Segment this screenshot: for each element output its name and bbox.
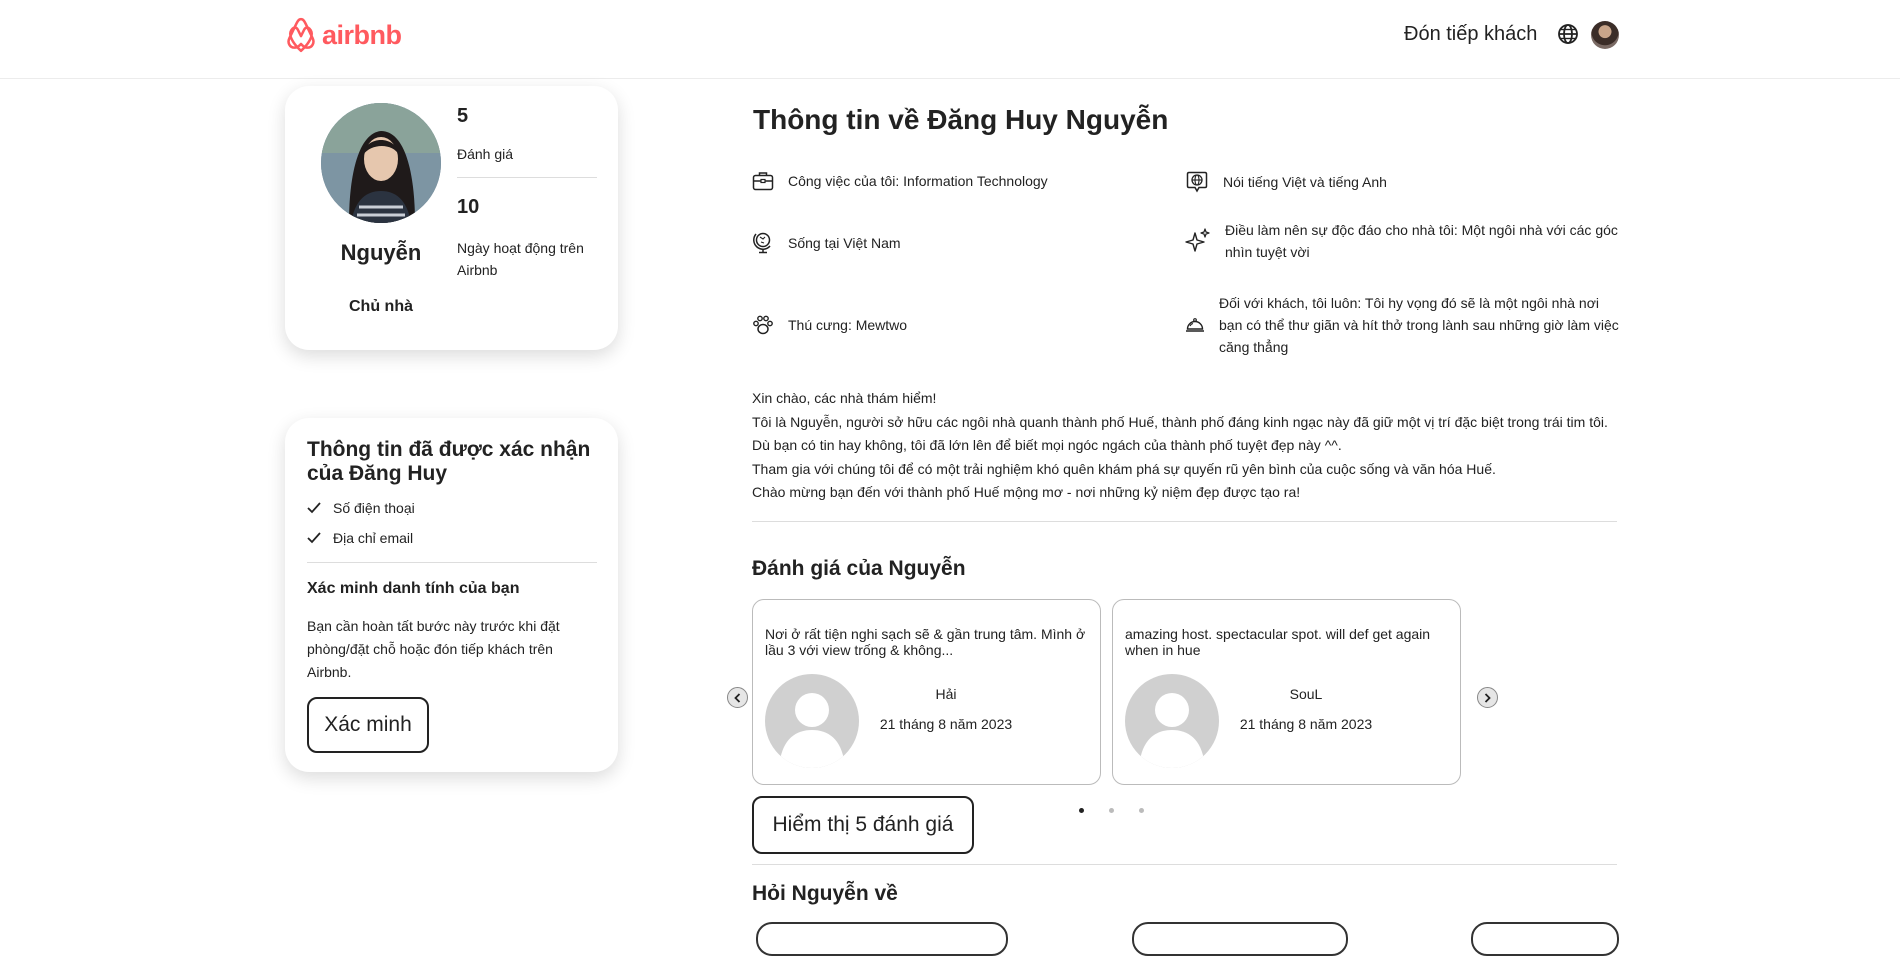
days-active-count: 10 <box>457 196 480 218</box>
review-text: amazing host. spectacular spot. will def… <box>1125 626 1431 658</box>
bio-line: Tham gia với chúng tôi để có một trải ng… <box>752 460 1496 477</box>
ask-topic-pill[interactable] <box>1471 922 1619 956</box>
verify-identity-title: Xác minh danh tính của bạn <box>307 580 520 597</box>
sparkles-icon <box>1185 228 1210 252</box>
info-pets-text: Thú cưng: Mewtwo <box>788 317 908 333</box>
user-avatar[interactable] <box>1591 21 1619 49</box>
carousel-dot[interactable] <box>1109 808 1114 813</box>
top-header: airbnb Đón tiếp khách <box>0 0 1900 79</box>
carousel-next-button[interactable] <box>1477 687 1498 708</box>
bio-line: Chào mừng bạn đến với thành phố Huế mộng… <box>752 484 1301 500</box>
host-bio: Xin chào, các nhà thám hiểm! Tôi là Nguy… <box>752 387 1622 505</box>
verified-item-phone: Số điện thoại <box>307 500 415 516</box>
reviewer-avatar <box>765 674 859 768</box>
info-languages: Nói tiếng Việt và tiếng Anh <box>1185 170 1387 194</box>
profile-card: Nguyễn Chủ nhà 5 Đánh giá 10 Ngày hoạt đ… <box>285 86 618 350</box>
section-divider <box>752 864 1617 865</box>
section-divider <box>752 521 1617 522</box>
bio-line: Dù bạn có tin hay không, tôi đã lớn lên … <box>752 437 1342 453</box>
ask-host-title: Hỏi Nguyễn về <box>752 882 898 905</box>
review-card[interactable]: Nơi ở rất tiện nghi sạch sẽ & gần trung … <box>752 599 1101 785</box>
profile-photo <box>321 103 441 223</box>
info-work: Công việc của tôi: Information Technolog… <box>752 170 1048 192</box>
ask-topic-pill[interactable] <box>756 922 1008 956</box>
profile-name: Nguyễn <box>340 240 422 265</box>
info-guests-text: Đối với khách, tôi luôn: Tôi hy vọng đó … <box>1219 295 1619 355</box>
airbnb-logo-icon <box>287 17 315 53</box>
reviewer-avatar <box>1125 674 1219 768</box>
verified-item-label: Địa chỉ email <box>333 530 414 546</box>
verified-item-email: Địa chỉ email <box>307 530 413 546</box>
bio-line: Tôi là Nguyễn, người sở hữu các ngôi nhà… <box>752 413 1608 430</box>
carousel-dot[interactable] <box>1139 808 1144 813</box>
info-unique: Điều làm nên sự độc đáo cho nhà tôi: Một… <box>1185 219 1625 263</box>
review-date: 21 tháng 8 năm 2023 <box>1239 716 1373 732</box>
bio-line: Xin chào, các nhà thám hiểm! <box>752 390 937 406</box>
checkmark-icon <box>307 532 321 544</box>
stat-divider <box>457 177 597 178</box>
review-text: Nơi ở rất tiện nghi sạch sẽ & gần trung … <box>765 626 1086 658</box>
verification-title: Thông tin đã được xác nhận của Đăng Huy <box>307 438 591 485</box>
language-globe-icon <box>1186 171 1208 193</box>
cloche-icon <box>1186 318 1204 332</box>
host-guests-link[interactable]: Đón tiếp khách <box>1404 23 1537 46</box>
globe-stand-icon <box>753 232 771 254</box>
reviews-title: Đánh giá của Nguyễn <box>752 557 966 580</box>
reviews-count: 5 <box>457 105 469 127</box>
review-card[interactable]: amazing host. spectacular spot. will def… <box>1112 599 1461 785</box>
paw-icon <box>753 315 773 335</box>
page-title: Thông tin về Đăng Huy Nguyễn <box>753 104 1169 135</box>
show-reviews-button[interactable]: Hiểm thị 5 đánh giá <box>752 796 974 854</box>
globe-icon[interactable] <box>1557 23 1579 45</box>
briefcase-icon <box>752 172 774 191</box>
info-work-text: Công việc của tôi: Information Technolog… <box>788 173 1048 189</box>
info-lives: Sống tại Việt Nam <box>752 231 901 255</box>
reviewer-name: SouL <box>1289 686 1323 702</box>
days-active-label: Ngày hoạt động trên Airbnb <box>457 240 584 278</box>
chevron-right-icon <box>1484 692 1491 703</box>
reviewer-name: Hải <box>935 686 957 702</box>
verified-item-label: Số điện thoại <box>333 500 415 516</box>
review-date: 21 tháng 8 năm 2023 <box>879 716 1013 732</box>
carousel-dot-active[interactable] <box>1079 808 1084 813</box>
info-pets: Thú cưng: Mewtwo <box>752 314 907 336</box>
profile-role: Chủ nhà <box>349 298 413 315</box>
verify-identity-description: Bạn cần hoàn tất bước này trước khi đặt … <box>307 618 560 680</box>
verification-divider <box>307 562 597 563</box>
info-guests: Đối với khách, tôi luôn: Tôi hy vọng đó … <box>1185 292 1625 358</box>
ask-topic-pill[interactable] <box>1132 922 1348 956</box>
verification-card: Thông tin đã được xác nhận của Đăng Huy … <box>285 418 618 772</box>
verify-button[interactable]: Xác minh <box>307 697 429 753</box>
carousel-prev-button[interactable] <box>727 687 748 708</box>
checkmark-icon <box>307 502 321 514</box>
chevron-left-icon <box>734 692 741 703</box>
info-languages-text: Nói tiếng Việt và tiếng Anh <box>1223 174 1387 190</box>
info-unique-text: Điều làm nên sự độc đáo cho nhà tôi: Một… <box>1225 222 1618 260</box>
info-lives-text: Sống tại Việt Nam <box>788 235 901 251</box>
logo-text: airbnb <box>322 19 402 50</box>
reviews-count-label: Đánh giá <box>457 146 514 162</box>
airbnb-logo[interactable]: airbnb <box>284 16 402 54</box>
